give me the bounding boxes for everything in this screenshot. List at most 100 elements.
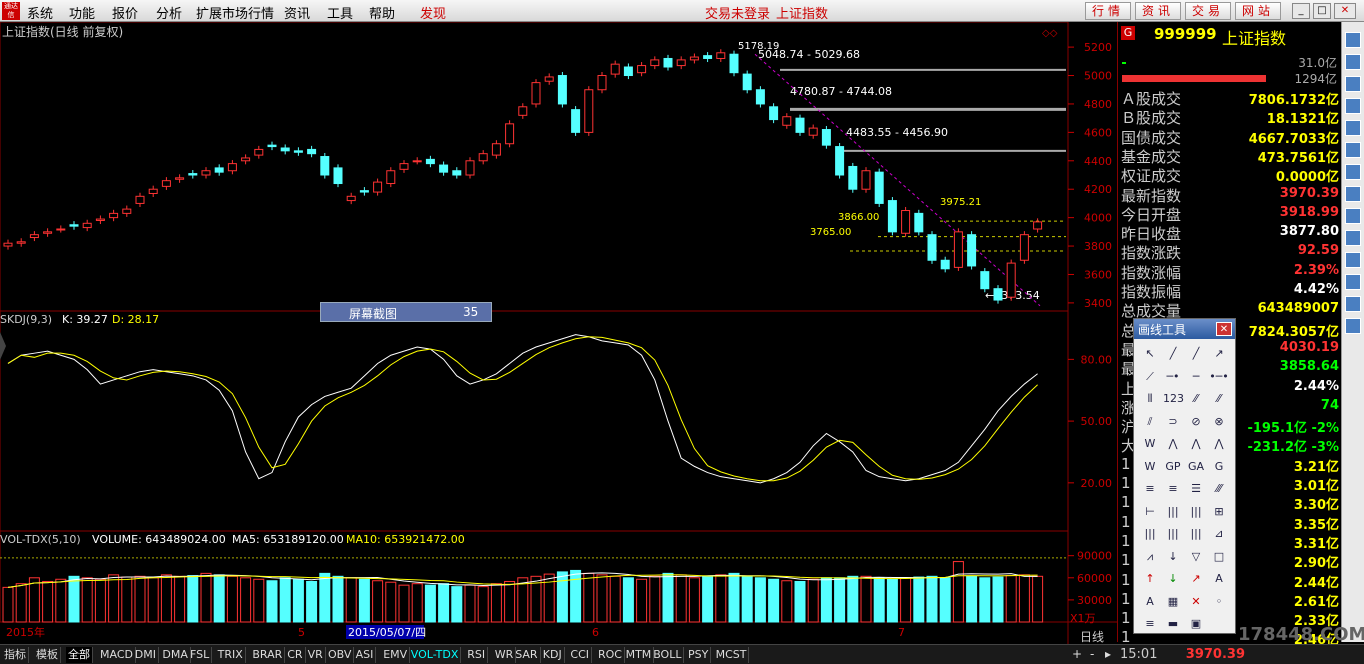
tab-全部[interactable]: 全部 xyxy=(66,647,93,663)
table-icon[interactable] xyxy=(1345,230,1361,246)
tab-cr[interactable]: CR xyxy=(285,647,306,663)
parallel-line-tool-icon[interactable]: ⫽ xyxy=(1140,412,1160,432)
nav-quote-button[interactable]: 行情 xyxy=(1085,2,1131,20)
bars-tool-icon[interactable]: ||| xyxy=(1186,524,1206,544)
fund-icon[interactable] xyxy=(1345,142,1361,158)
zigzag-tool-icon[interactable]: W xyxy=(1140,457,1160,477)
hray-tool-icon[interactable]: ─ xyxy=(1186,367,1206,387)
remove-icon[interactable]: - xyxy=(1090,647,1094,661)
arrow-tool-icon[interactable]: ↗ xyxy=(1209,344,1229,364)
menu-system[interactable]: 系统 xyxy=(27,3,53,22)
segment-tool-icon[interactable]: ⟋ xyxy=(1140,367,1160,387)
chart-icon[interactable] xyxy=(1345,186,1361,202)
drawing-tools-title-bar[interactable]: 画线工具 ✕ xyxy=(1134,319,1235,339)
fibonacci-ext-tool-icon[interactable]: ≡ xyxy=(1163,479,1183,499)
tab-dmi[interactable]: DMI xyxy=(133,647,160,663)
menu-function[interactable]: 功能 xyxy=(69,3,95,22)
menu-tools[interactable]: 工具 xyxy=(327,3,353,22)
tab-rsi[interactable]: RSI xyxy=(465,647,489,663)
tab-vr[interactable]: VR xyxy=(306,647,326,663)
tab-模板[interactable]: 模板 xyxy=(34,647,61,663)
note-icon[interactable] xyxy=(1345,296,1361,312)
minimize-icon[interactable]: _ xyxy=(1292,3,1310,19)
menu-info[interactable]: 资讯 xyxy=(284,3,310,22)
wave-count-tool-icon[interactable]: 123 xyxy=(1163,389,1184,409)
tab-macd[interactable]: MACD xyxy=(98,647,136,663)
text-box-tool-icon[interactable]: A xyxy=(1140,592,1160,612)
stamp-tool-icon[interactable]: ▦ xyxy=(1163,592,1183,612)
gp-tool-icon[interactable]: GP xyxy=(1163,457,1183,477)
f10-icon[interactable] xyxy=(1345,164,1361,180)
time-zone-tool-icon[interactable]: ||| xyxy=(1186,502,1206,522)
menu-help[interactable]: 帮助 xyxy=(369,3,395,22)
vline-tool-icon[interactable]: ⫴ xyxy=(1140,389,1160,409)
maximize-icon[interactable]: □ xyxy=(1313,3,1331,19)
trade-status[interactable]: 交易未登录 xyxy=(705,3,770,22)
w-pattern-tool-icon[interactable]: W xyxy=(1140,434,1160,454)
ray-tool-icon[interactable]: ╱ xyxy=(1186,344,1206,364)
hline-tool-icon[interactable]: ─• xyxy=(1163,367,1183,387)
tab-指标[interactable]: 指标 xyxy=(2,647,29,663)
drawing-tools-close-icon[interactable]: ✕ xyxy=(1216,322,1232,336)
wave-tool-icon[interactable]: ⋀ xyxy=(1209,434,1229,454)
tab-kdj[interactable]: KDJ xyxy=(541,647,565,663)
down-triangle-tool-icon[interactable]: ▽ xyxy=(1186,547,1206,567)
text-tool-icon[interactable]: A xyxy=(1209,569,1229,589)
rectangle-tool-icon[interactable]: □ xyxy=(1209,547,1229,567)
bar-icon[interactable] xyxy=(1345,54,1361,70)
g-tool-icon[interactable]: G xyxy=(1209,457,1229,477)
arc-tool-icon[interactable]: ⊃ xyxy=(1163,412,1183,432)
delete-tool-icon[interactable]: ✕ xyxy=(1186,592,1206,612)
drawing-tools-window[interactable]: 画线工具 ✕ ↖ ╱ ╱ ↗ ⟋ ─• ─ •─• ⫴ 123 ⁄⁄ ⁄⁄ ⫽ ⊃ ⊘ ⊗ W ⋀ ⋀ ⋀ W GP GA G… xyxy=(1133,318,1236,634)
list-icon[interactable] xyxy=(1345,76,1361,92)
tab-obv[interactable]: OBV xyxy=(326,647,355,663)
fan-tool-icon[interactable]: ⁄⁄⁄ xyxy=(1209,479,1229,499)
circle-tool-icon[interactable]: ⊘ xyxy=(1186,412,1206,432)
fibonacci-tool-icon[interactable]: ≡ xyxy=(1140,479,1160,499)
kline-icon[interactable] xyxy=(1345,32,1361,48)
tab-roc[interactable]: ROC xyxy=(596,647,625,663)
tab-vol-tdx[interactable]: VOL-TDX xyxy=(409,647,462,663)
tab-trix[interactable]: TRIX xyxy=(216,647,246,663)
ga-tool-icon[interactable]: GA xyxy=(1186,457,1206,477)
parallel-tool-icon[interactable]: ⁄⁄ xyxy=(1186,389,1206,409)
lock-tool-icon[interactable]: ◦ xyxy=(1209,592,1229,612)
nav-web-button[interactable]: 网站 xyxy=(1235,2,1281,20)
down-arrow-tool-icon[interactable]: ↓ xyxy=(1163,547,1183,567)
nav-trade-button[interactable]: 交易 xyxy=(1185,2,1231,20)
news-icon[interactable] xyxy=(1345,98,1361,114)
grid-icon[interactable] xyxy=(1345,208,1361,224)
tab-mtm[interactable]: MTM xyxy=(624,647,655,663)
rsi-icon[interactable] xyxy=(1345,252,1361,268)
picture-tool-icon[interactable]: ▣ xyxy=(1186,614,1206,634)
hsegment-tool-icon[interactable]: •─• xyxy=(1209,367,1229,387)
tab-dma[interactable]: DMA xyxy=(160,647,191,663)
no-entry-tool-icon[interactable]: ⊗ xyxy=(1209,412,1229,432)
triangle-tool-icon[interactable]: ⊿ xyxy=(1209,524,1229,544)
period-tool-icon[interactable]: ||| xyxy=(1163,502,1183,522)
menu-report[interactable]: 报价 xyxy=(112,3,138,22)
bracket-tool-icon[interactable]: ⊢ xyxy=(1140,502,1160,522)
tab-sar[interactable]: SAR xyxy=(513,647,541,663)
angle-tool-icon[interactable]: ⩘ xyxy=(1140,547,1160,567)
tab-asi[interactable]: ASI xyxy=(354,647,377,663)
box-tool-icon[interactable]: ⊞ xyxy=(1209,502,1229,522)
tab-boll[interactable]: BOLL xyxy=(651,647,685,663)
menu-extended-market[interactable]: 扩展市场行情 xyxy=(196,3,274,22)
channel-tool-icon[interactable]: ⁄⁄ xyxy=(1209,389,1229,409)
notes-tool-icon[interactable]: ≡ xyxy=(1140,614,1160,634)
select-tool-icon[interactable]: ↖ xyxy=(1140,344,1160,364)
chart-area[interactable]: 上证指数(日线 前复权) ◇◇ SKDJ(9,3) K: 39.27 D: 28.17 V… xyxy=(0,22,1117,644)
rise-tool-icon[interactable]: ↗ xyxy=(1186,569,1206,589)
screen-capture-bar[interactable]: 屏幕截图 35 xyxy=(320,302,492,322)
line-tool-icon[interactable]: ╱ xyxy=(1163,344,1183,364)
tab-psy[interactable]: PSY xyxy=(686,647,712,663)
m-pattern-tool-icon[interactable]: ⋀ xyxy=(1163,434,1183,454)
menu-discover[interactable]: 发现 xyxy=(420,3,446,22)
level-tool-icon[interactable]: ☰ xyxy=(1186,479,1206,499)
info-icon[interactable] xyxy=(1345,120,1361,136)
peak-tool-icon[interactable]: ⋀ xyxy=(1186,434,1206,454)
down-mark-tool-icon[interactable]: ↓ xyxy=(1163,569,1183,589)
tab-more-icon[interactable]: ▸ xyxy=(1105,647,1111,661)
gann-tool-icon[interactable]: ||| xyxy=(1140,524,1160,544)
